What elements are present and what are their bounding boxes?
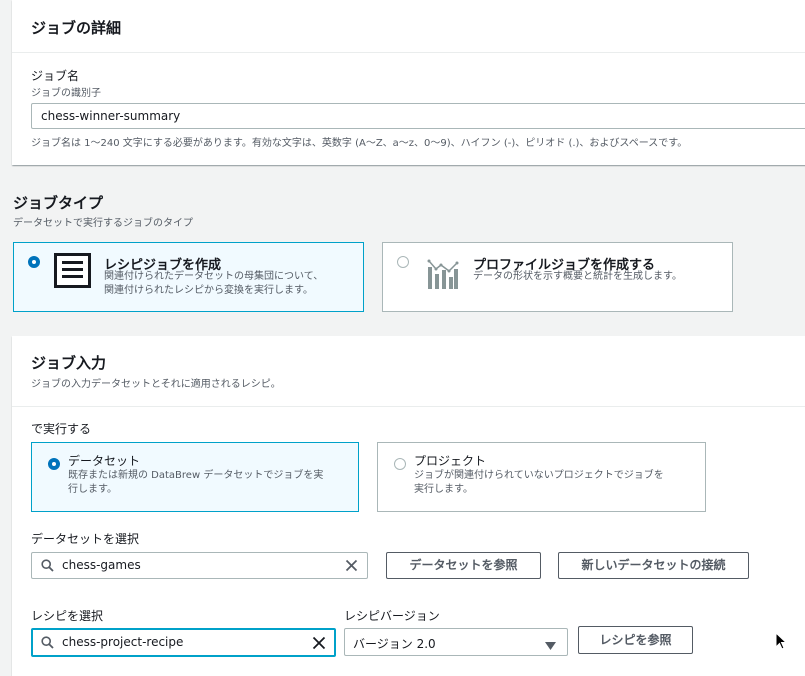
recipe-select-label: レシピを選択	[31, 609, 104, 623]
run-on-label: で実行する	[31, 422, 92, 436]
job-details-header: ジョブの詳細	[12, 0, 805, 53]
caret-down-icon	[545, 639, 556, 653]
profile-job-radio[interactable]	[397, 256, 409, 268]
search-icon	[41, 636, 54, 652]
dataset-option-radio[interactable]	[48, 458, 60, 470]
recipe-version-label: レシピバージョン	[344, 609, 440, 623]
job-input-description: ジョブの入力データセットとそれに適用されるレシピ。	[31, 379, 281, 390]
job-name-value: chess-winner-summary	[41, 109, 181, 123]
recipe-version-select[interactable]: バージョン 2.0	[344, 628, 568, 656]
job-input-header: ジョブ入力 ジョブの入力データセットとそれに適用されるレシピ。	[12, 336, 805, 407]
dataset-option-title: データセット	[68, 454, 141, 468]
project-option-tile[interactable]: プロジェクト ジョブが関連付けられていないプロジェクトでジョブを 実行します。	[377, 442, 706, 512]
project-option-desc-1: ジョブが関連付けられていないプロジェクトでジョブを	[414, 470, 664, 481]
dataset-option-desc-2: 行します。	[68, 484, 117, 495]
dataset-option-desc-1: 既存または新規の DataBrew データセットでジョブを実	[68, 470, 324, 481]
recipe-search-value: chess-project-recipe	[62, 635, 184, 649]
job-name-description: ジョブの識別子	[31, 88, 101, 99]
project-option-desc-2: 実行します。	[414, 484, 473, 495]
recipe-job-tile[interactable]: レシピジョブを作成 関連付けられたデータセットの母集団について、 関連付けられた…	[13, 242, 364, 312]
job-name-hint: ジョブ名は 1〜240 文字にする必要があります。有効な文字は、英数字 (A〜Z…	[31, 138, 688, 149]
project-option-title: プロジェクト	[414, 454, 487, 468]
recipe-search-input[interactable]: chess-project-recipe	[31, 628, 336, 657]
recipe-icon	[54, 253, 91, 288]
profile-job-desc: データの形状を示す概要と統計を生成します。	[473, 271, 682, 282]
job-input-title: ジョブ入力	[31, 354, 107, 372]
profile-job-tile[interactable]: プロファイルジョブを作成する データの形状を示す概要と統計を生成します。	[382, 242, 733, 312]
job-details-panel: ジョブの詳細 ジョブ名 ジョブの識別子 chess-winner-summary…	[12, 0, 805, 165]
recipe-version-value: バージョン 2.0	[353, 637, 436, 651]
job-details-title: ジョブの詳細	[31, 19, 122, 37]
dataset-select-label: データセットを選択	[31, 532, 140, 546]
job-name-label: ジョブ名	[31, 69, 80, 83]
job-name-input[interactable]: chess-winner-summary	[31, 103, 805, 129]
dataset-search-input[interactable]: chess-games	[31, 552, 368, 579]
recipe-job-radio[interactable]	[28, 256, 40, 268]
clear-dataset-icon[interactable]	[345, 559, 358, 575]
recipe-job-desc-2: 関連付けられたレシピから変換を実行します。	[104, 285, 313, 296]
search-icon	[41, 559, 54, 575]
job-type-description: データセットで実行するジョブのタイプ	[13, 218, 193, 229]
clear-recipe-icon[interactable]	[312, 636, 326, 653]
job-input-panel: ジョブ入力 ジョブの入力データセットとそれに適用されるレシピ。 で実行する デー…	[12, 336, 805, 676]
recipe-job-desc-1: 関連付けられたデータセットの母集団について、	[104, 271, 324, 282]
dataset-search-value: chess-games	[62, 558, 141, 572]
browse-recipe-button[interactable]: レシピを参照	[578, 626, 693, 654]
project-option-radio[interactable]	[394, 458, 406, 470]
profile-chart-icon	[427, 255, 459, 289]
browse-dataset-button[interactable]: データセットを参照	[386, 552, 541, 579]
job-type-title: ジョブタイプ	[13, 194, 104, 212]
mouse-cursor-icon	[775, 631, 788, 654]
dataset-option-tile[interactable]: データセット 既存または新規の DataBrew データセットでジョブを実 行し…	[31, 442, 359, 512]
connect-new-dataset-button[interactable]: 新しいデータセットの接続	[558, 552, 749, 579]
